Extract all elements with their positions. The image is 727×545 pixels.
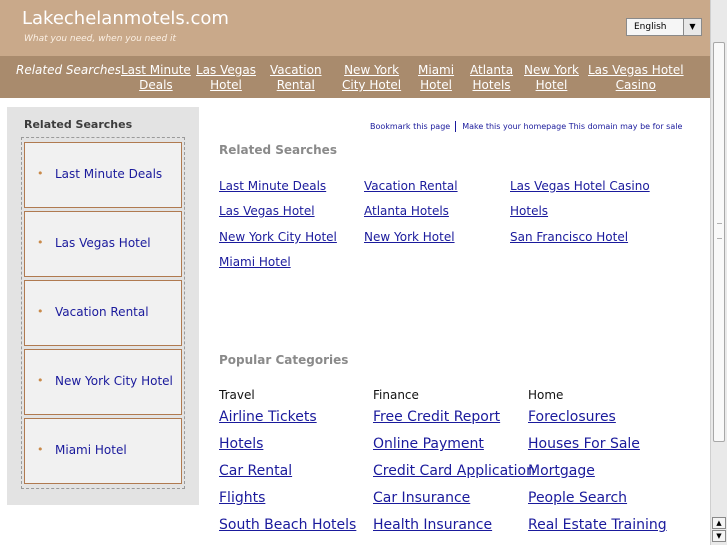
related-link[interactable]: Vacation Rental — [364, 179, 458, 193]
popular-categories-heading: Popular Categories — [219, 353, 349, 367]
category-link[interactable]: Hotels — [219, 436, 263, 452]
site-tagline: What you need, when you need it — [24, 34, 177, 44]
sidebar-list: • Last Minute Deals • Las Vegas Hotel • … — [21, 137, 185, 489]
category-link[interactable]: Online Payment — [373, 436, 484, 452]
site-header: Lakechelanmotels.com What you need, when… — [0, 0, 710, 56]
bullet-icon: • — [37, 443, 44, 456]
sidebar: Related Searches • Last Minute Deals • L… — [7, 107, 199, 505]
nav-link-las-vegas-hotel[interactable]: Las Vegas Hotel — [196, 63, 256, 93]
category-link[interactable]: Airline Tickets — [219, 409, 317, 425]
related-link[interactable]: Las Vegas Hotel Casino — [510, 179, 650, 193]
category-link[interactable]: Credit Card Application — [373, 463, 535, 479]
sidebar-item-last-minute-deals[interactable]: • Last Minute Deals — [24, 142, 182, 208]
category-link[interactable]: Free Credit Report — [373, 409, 500, 425]
category-link[interactable]: Car Rental — [219, 463, 292, 479]
category-link[interactable]: Health Insurance — [373, 517, 492, 533]
grip-icon — [717, 223, 722, 239]
category-link[interactable]: Foreclosures — [528, 409, 616, 425]
related-link[interactable]: Last Minute Deals — [219, 179, 326, 193]
category-home-title: Home — [528, 388, 564, 402]
site-title[interactable]: Lakechelanmotels.com — [22, 8, 229, 29]
category-link[interactable]: Houses For Sale — [528, 436, 640, 452]
sidebar-item-label[interactable]: Las Vegas Hotel — [55, 236, 151, 250]
bookmark-link[interactable]: Bookmark this page — [370, 122, 450, 131]
related-link[interactable]: San Francisco Hotel — [510, 230, 628, 244]
language-value: English — [634, 22, 667, 32]
separator — [455, 121, 457, 132]
top-nav: Related Searches Last Minute Deals Las Ve… — [0, 56, 710, 98]
nav-link-new-york-hotel[interactable]: New York Hotel — [524, 63, 579, 93]
bullet-icon: • — [37, 236, 44, 249]
category-link[interactable]: Real Estate Training — [528, 517, 667, 533]
related-link[interactable]: Las Vegas Hotel — [219, 204, 315, 218]
nav-link-atlanta-hotels[interactable]: Atlanta Hotels — [470, 63, 513, 93]
sidebar-item-las-vegas-hotel[interactable]: • Las Vegas Hotel — [24, 211, 182, 277]
nav-label: Related Searches — [16, 63, 122, 77]
category-link[interactable]: Car Insurance — [373, 490, 470, 506]
category-link[interactable]: Mortgage — [528, 463, 595, 479]
related-link[interactable]: New York Hotel — [364, 230, 455, 244]
nav-link-miami-hotel[interactable]: Miami Hotel — [418, 63, 454, 93]
sidebar-item-label[interactable]: Last Minute Deals — [55, 167, 162, 181]
sidebar-item-label[interactable]: Vacation Rental — [55, 305, 149, 319]
related-searches-heading: Related Searches — [219, 143, 337, 157]
category-link[interactable]: South Beach Hotels — [219, 517, 356, 533]
scroll-down-button[interactable]: ▼ — [712, 530, 726, 542]
category-link[interactable]: People Search — [528, 490, 627, 506]
bullet-icon: • — [37, 374, 44, 387]
related-link[interactable]: Hotels — [510, 204, 548, 218]
sidebar-item-vacation-rental[interactable]: • Vacation Rental — [24, 280, 182, 346]
language-select[interactable]: English ▼ — [626, 18, 702, 36]
category-link[interactable]: Flights — [219, 490, 265, 506]
chevron-down-icon[interactable]: ▼ — [683, 19, 701, 35]
category-finance-title: Finance — [373, 388, 419, 402]
sidebar-title: Related Searches — [24, 118, 133, 131]
bullet-icon: • — [37, 167, 44, 180]
scroll-up-button[interactable]: ▲ — [712, 517, 726, 529]
related-link[interactable]: Miami Hotel — [219, 255, 291, 269]
homepage-link[interactable]: Make this your homepage — [462, 122, 566, 131]
nav-link-las-vegas-hotel-casino[interactable]: Las Vegas Hotel Casino — [588, 63, 684, 93]
related-link[interactable]: New York City Hotel — [219, 230, 337, 244]
sidebar-item-label[interactable]: Miami Hotel — [55, 443, 127, 457]
bookmark-bar: Bookmark this page Make this your homepag… — [370, 121, 682, 132]
sidebar-item-miami-hotel[interactable]: • Miami Hotel — [24, 418, 182, 484]
sidebar-item-label[interactable]: New York City Hotel — [55, 374, 173, 388]
related-link[interactable]: Atlanta Hotels — [364, 204, 449, 218]
category-travel-title: Travel — [219, 388, 255, 402]
domain-sale-link[interactable]: This domain may be for sale — [569, 122, 683, 131]
sidebar-item-new-york-city-hotel[interactable]: • New York City Hotel — [24, 349, 182, 415]
nav-link-vacation-rental[interactable]: Vacation Rental — [270, 63, 322, 93]
bullet-icon: • — [37, 305, 44, 318]
vertical-scrollbar[interactable]: ▲ ▼ — [710, 0, 727, 545]
scrollbar-thumb[interactable] — [713, 42, 725, 442]
nav-link-last-minute-deals[interactable]: Last Minute Deals — [121, 63, 191, 93]
nav-link-new-york-city-hotel[interactable]: New York City Hotel — [342, 63, 401, 93]
